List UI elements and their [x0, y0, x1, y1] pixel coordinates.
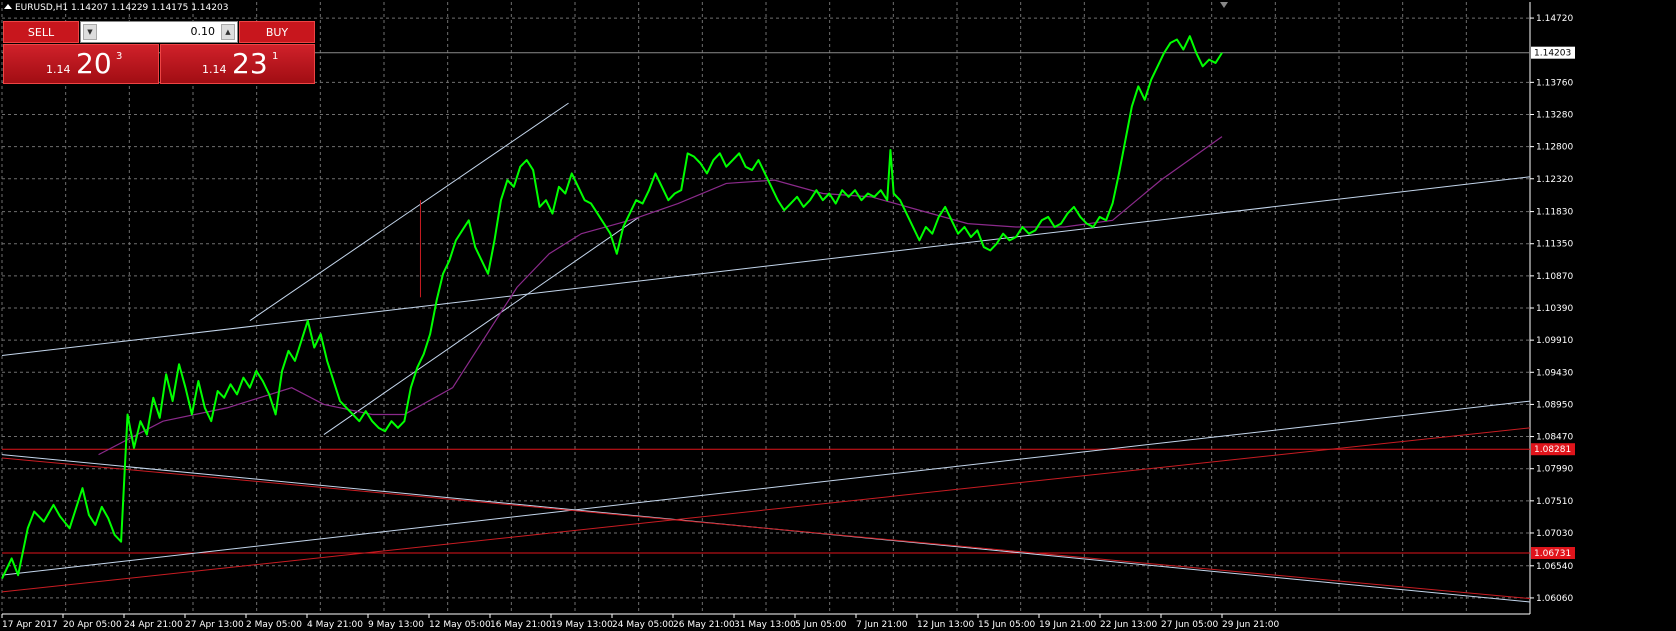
price-label: 1.06731	[1534, 549, 1571, 559]
x-tick-label: 7 Jun 21:00	[856, 620, 908, 630]
x-tick-label: 20 Apr 05:00	[63, 620, 122, 630]
buy-price-pips: 23	[232, 47, 268, 80]
x-tick-label: 12 May 05:00	[429, 620, 491, 630]
price-label: 1.08281	[1534, 445, 1571, 455]
y-tick-label: 1.10390	[1536, 304, 1573, 314]
buy-price-prefix: 1.14	[202, 63, 227, 76]
y-tick-label: 1.11350	[1536, 240, 1573, 250]
buy-price-fraction: 1	[272, 51, 279, 62]
y-tick-label: 1.08470	[1536, 433, 1573, 443]
sell-price-fraction: 3	[116, 51, 123, 62]
lot-size-field[interactable]: ▼ 0.10 ▲	[80, 21, 238, 43]
y-tick-label: 1.09910	[1536, 336, 1573, 346]
one-click-trading-panel: SELL ▼ 0.10 ▲ BUY 1.14 20 3 1.14 23 1	[3, 21, 315, 85]
y-tick-label: 1.06540	[1536, 562, 1573, 572]
y-tick-label: 1.14720	[1536, 14, 1573, 24]
x-tick-label: 31 May 13:00	[734, 620, 796, 630]
symbol-ohlc-label: EURUSD,H1 1.14207 1.14229 1.14175 1.1420…	[15, 3, 229, 13]
y-tick-label: 1.09430	[1536, 368, 1573, 378]
x-tick-label: 19 May 13:00	[551, 620, 613, 630]
trendline	[323, 216, 640, 435]
x-tick-label: 12 Jun 13:00	[917, 620, 974, 630]
y-tick-label: 1.08950	[1536, 400, 1573, 410]
x-tick-label: 16 May 21:00	[490, 620, 552, 630]
x-tick-label: 19 Jun 21:00	[1039, 620, 1096, 630]
y-tick-label: 1.07990	[1536, 465, 1573, 475]
x-tick-label: 15 Jun 05:00	[978, 620, 1035, 630]
chart-title: EURUSD,H1 1.14207 1.14229 1.14175 1.1420…	[4, 3, 228, 13]
x-tick-label: 22 Jun 13:00	[1100, 620, 1157, 630]
lot-size-value[interactable]: 0.10	[191, 25, 216, 38]
y-tick-label: 1.10870	[1536, 272, 1573, 282]
y-tick-label: 1.12800	[1536, 143, 1573, 153]
y-tick-label: 1.13280	[1536, 110, 1573, 120]
price-chart[interactable]: 1.14720 1.13760 1.13280 1.12800 1.12320 1.118…	[0, 0, 1676, 631]
x-tick-label: 24 May 05:00	[612, 620, 674, 630]
y-tick-label: 1.06060	[1536, 594, 1573, 604]
sell-price-prefix: 1.14	[46, 63, 71, 76]
x-tick-label: 27 Jun 05:00	[1161, 620, 1218, 630]
trendline	[1, 457, 1531, 600]
y-tick-label: 1.13760	[1536, 78, 1573, 88]
lot-decrease-arrow-icon[interactable]: ▼	[83, 24, 97, 40]
x-tick-label: 26 May 21:00	[673, 620, 735, 630]
price-line	[1, 35, 1223, 579]
price-label: 1.14203	[1534, 49, 1571, 59]
x-tick-label: 9 May 13:00	[368, 620, 424, 630]
chart-shift-marker-icon	[1220, 2, 1228, 8]
buy-quote[interactable]: 1.14 23 1	[160, 44, 315, 84]
sell-price-pips: 20	[76, 47, 112, 80]
x-tick-label: 2 May 05:00	[246, 620, 302, 630]
x-tick-label: 27 Apr 13:00	[185, 620, 244, 630]
y-tick-label: 1.12320	[1536, 175, 1573, 185]
buy-button[interactable]: BUY	[239, 21, 315, 43]
y-tick-label: 1.07510	[1536, 497, 1573, 507]
x-tick-label: 4 May 21:00	[307, 620, 363, 630]
x-tick-label: 5 Jun 05:00	[795, 620, 847, 630]
x-tick-label: 17 Apr 2017	[2, 620, 58, 630]
lot-increase-arrow-icon[interactable]: ▲	[221, 24, 235, 40]
collapse-triangle-icon[interactable]	[4, 4, 12, 9]
x-tick-label: 29 Jun 21:00	[1222, 620, 1279, 630]
y-tick-label: 1.11830	[1536, 208, 1573, 218]
sell-quote[interactable]: 1.14 20 3	[3, 44, 159, 84]
x-tick-label: 24 Apr 21:00	[124, 620, 183, 630]
sell-button[interactable]: SELL	[3, 21, 79, 43]
y-tick-label: 1.07030	[1536, 529, 1573, 539]
